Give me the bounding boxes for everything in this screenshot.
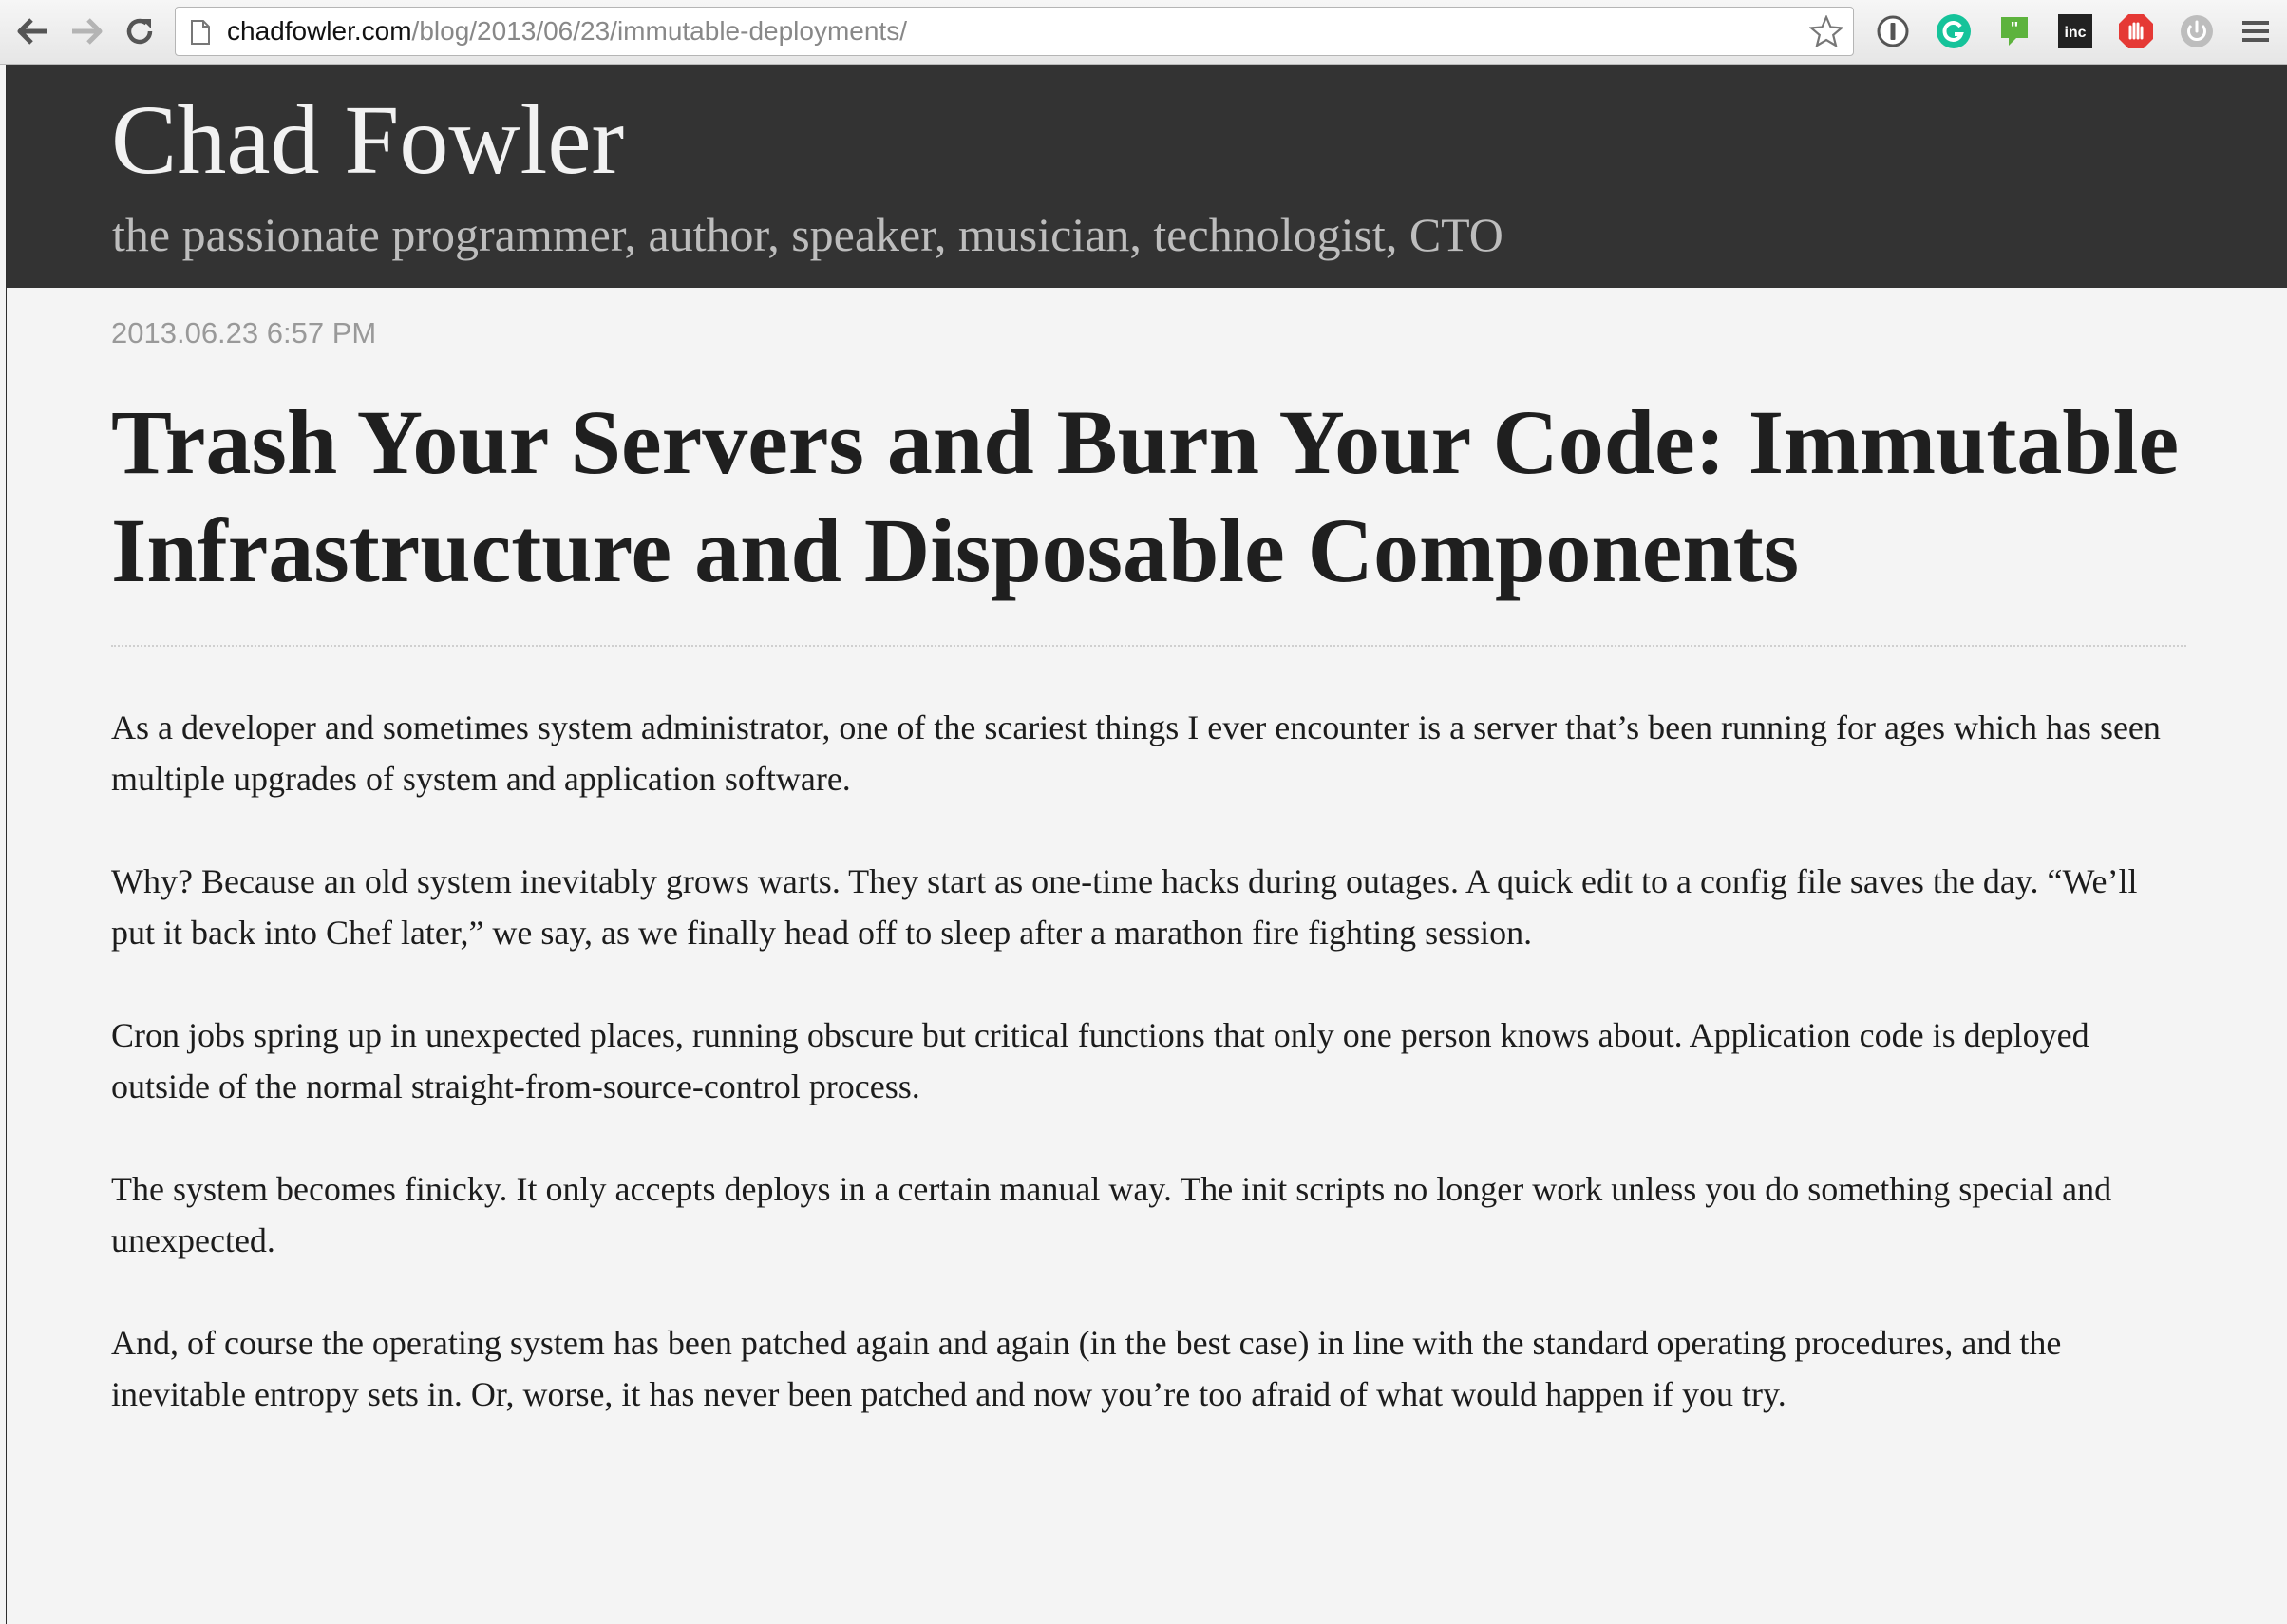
bookmark-star-icon[interactable] [1809, 15, 1843, 47]
grammarly-button[interactable] [1936, 13, 1972, 49]
power-extension-button[interactable] [2179, 13, 2215, 49]
post-body: As a developer and sometimes system admi… [111, 702, 2186, 1420]
site-tagline: the passionate programmer, author, speak… [112, 208, 1503, 261]
inc-extension-label: inc [2064, 25, 2086, 41]
post-paragraph: Why? Because an old system inevitably gr… [111, 862, 2138, 952]
title-divider [111, 645, 2186, 647]
url-host: chadfowler.com [227, 16, 412, 46]
power-extension-icon [2181, 15, 2213, 47]
back-arrow-icon [17, 18, 47, 45]
grammarly-icon [1937, 14, 1971, 48]
web-page: Chad Fowler the passionate programmer, a… [6, 65, 2287, 1624]
post-paragraph: As a developer and sometimes system admi… [111, 708, 2161, 798]
post-paragraph: And, of course the operating system has … [111, 1324, 2062, 1413]
forward-arrow-icon [72, 18, 103, 45]
site-header: Chad Fowler the passionate programmer, a… [7, 65, 2287, 288]
inc-extension-button[interactable]: inc [2057, 13, 2093, 49]
post-paragraph: Cron jobs spring up in unexpected places… [111, 1016, 2089, 1105]
url-text: chadfowler.com/blog/2013/06/23/immutable… [227, 8, 907, 55]
post-paragraph: The system becomes finicky. It only acce… [111, 1170, 2112, 1259]
inc-extension-icon: inc [2058, 14, 2092, 48]
forward-button[interactable] [65, 9, 108, 53]
svg-text:": " [2011, 19, 2019, 38]
quote-extension-button[interactable]: " [1996, 13, 2032, 49]
back-button[interactable] [11, 9, 55, 53]
chrome-menu-icon [2242, 21, 2269, 42]
quote-extension-icon: " [2001, 17, 2028, 46]
address-bar[interactable]: chadfowler.com/blog/2013/06/23/immutable… [175, 7, 1854, 56]
password-manager-button[interactable] [1875, 13, 1911, 49]
browser-toolbar: chadfowler.com/blog/2013/06/23/immutable… [0, 0, 2287, 65]
post-title: Trash Your Servers and Burn Your Code: I… [111, 391, 2180, 601]
chrome-menu-button[interactable] [2238, 13, 2274, 49]
adblock-button[interactable] [2118, 13, 2154, 49]
blog-post: 2013.06.23 6:57 PM Trash Your Servers an… [111, 316, 2186, 1420]
url-path: /blog/2013/06/23/immutable-deployments/ [411, 16, 907, 46]
password-manager-icon [1877, 15, 1909, 47]
reload-icon [126, 18, 153, 45]
page-icon [191, 20, 210, 45]
reload-button[interactable] [118, 9, 161, 53]
post-date: 2013.06.23 6:57 PM [111, 316, 377, 349]
site-title[interactable]: Chad Fowler [111, 84, 624, 198]
adblock-icon [2119, 14, 2153, 48]
